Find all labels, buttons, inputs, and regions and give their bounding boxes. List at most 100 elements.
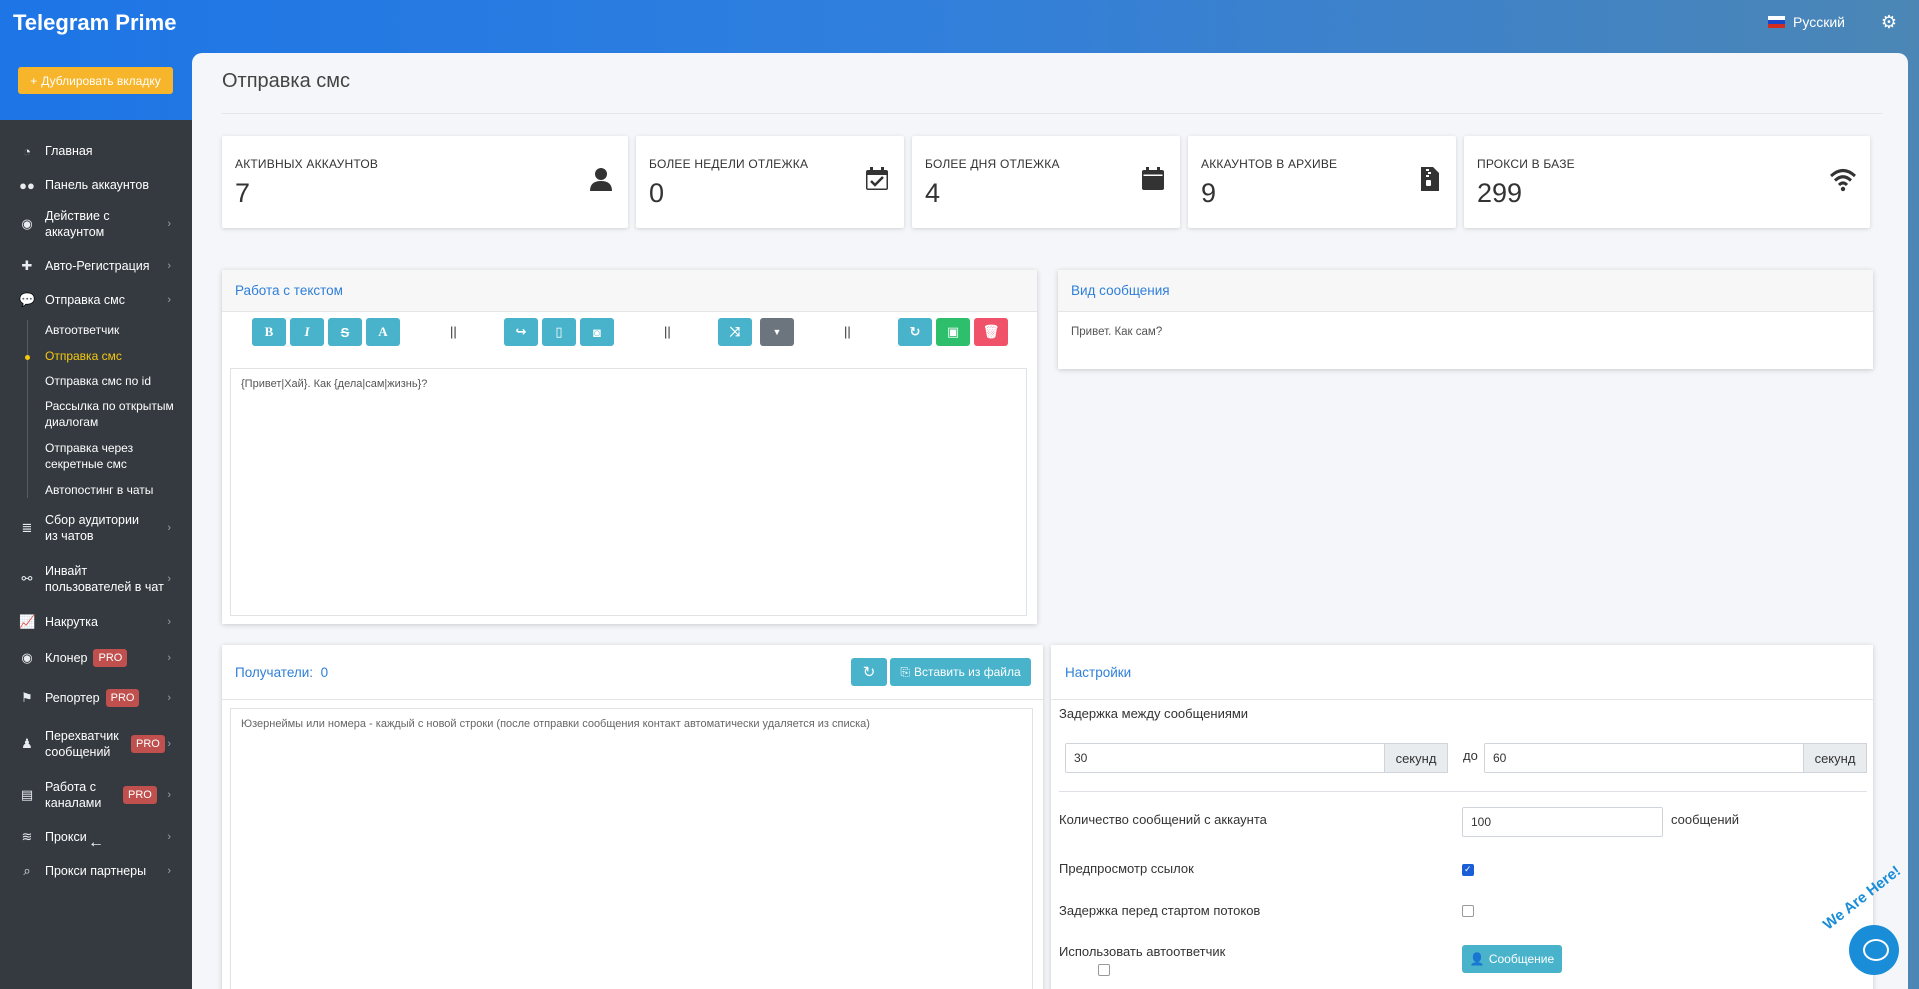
database-icon: ≣ xyxy=(21,520,33,535)
dashboard-icon: ◔ xyxy=(23,143,31,159)
file-button[interactable]: ▯ xyxy=(542,318,576,346)
toolbar-separator: || xyxy=(664,324,671,339)
italic-button[interactable]: I xyxy=(290,318,324,346)
sidebar-item-autoreg[interactable]: ✚ Авто-Регистрация › xyxy=(0,258,192,274)
recipients-label: Получатели: xyxy=(235,665,314,680)
submenu-autoresponder[interactable]: Автоответчик xyxy=(45,322,180,338)
pro-badge: PRO xyxy=(105,689,140,707)
chevron-right-icon: › xyxy=(167,865,171,877)
seconds-addon: секунд xyxy=(1384,743,1448,773)
stat-card-week: БОЛЕЕ НЕДЕЛИ ОТЛЕЖКА 0 xyxy=(636,136,904,228)
wifi-icon xyxy=(1830,169,1856,192)
save-button[interactable]: ▣ xyxy=(936,318,970,346)
share-button[interactable]: ↪ xyxy=(504,318,538,346)
sidebar-item-proxy-partners[interactable]: ⌕ Прокси партнеры › xyxy=(0,863,192,879)
count-label: Количество сообщений с аккаунта xyxy=(1059,812,1267,827)
delay-from-input[interactable]: 30 xyxy=(1065,743,1385,773)
card-header: Настройки xyxy=(1051,645,1873,700)
thread-delay-checkbox[interactable] xyxy=(1462,905,1474,917)
file-import-icon: ⎘ xyxy=(900,664,910,679)
import-file-button[interactable]: ⎘ Вставить из файла xyxy=(890,658,1031,686)
sidebar-item-interceptor[interactable]: ♟ Перехватчик сообщений PRO › xyxy=(0,728,192,760)
text-editor-card: Работа с текстом B I S A || ↪ ▯ ◙ || ⤨ ▼… xyxy=(222,270,1037,624)
refresh-recipients-button[interactable]: ↻ xyxy=(851,658,887,686)
language-label: Русский xyxy=(1793,14,1845,30)
spoiler-button[interactable]: ◙ xyxy=(580,318,614,346)
sidebar-item-label: Авто-Регистрация xyxy=(45,259,150,273)
sidebar-item-account-actions[interactable]: ◉ Действие с аккаунтом › xyxy=(0,208,192,240)
sidebar-item-accounts[interactable]: ●● Панель аккаунтов xyxy=(0,177,192,193)
message-settings-button[interactable]: 👤 Сообщение xyxy=(1462,945,1562,973)
delete-button[interactable]: 🗑 xyxy=(974,318,1008,346)
chat-widget-button[interactable] xyxy=(1849,925,1899,975)
sidebar-item-label: Действие с аккаунтом xyxy=(45,209,110,239)
chevron-right-icon: › xyxy=(167,218,171,230)
dropdown-button[interactable]: ▼ xyxy=(760,318,794,346)
app-title[interactable]: Telegram Prime xyxy=(13,10,176,36)
stat-value: 0 xyxy=(649,178,665,208)
refresh-icon: ↻ xyxy=(909,324,921,339)
chevron-right-icon: › xyxy=(167,260,171,272)
sidebar-item-audience[interactable]: ≣ Сбор аудитории из чатов › xyxy=(0,512,192,544)
stat-card-day: БОЛЕЕ ДНЯ ОТЛЕЖКА 4 xyxy=(912,136,1180,228)
link-preview-label: Предпросмотр ссылок xyxy=(1059,861,1194,876)
calendar-icon xyxy=(1142,167,1164,190)
chevron-right-icon: › xyxy=(167,616,171,628)
user-plus-icon: ✚ xyxy=(21,258,33,273)
user-circle-icon: ◉ xyxy=(21,216,33,231)
stat-card-active: АКТИВНЫХ АККАУНТОВ 7 xyxy=(222,136,628,228)
shuffle-button[interactable]: ⤨ xyxy=(718,318,752,346)
recipients-count: 0 xyxy=(320,665,329,680)
message-preview-text: Привет. Как сам? xyxy=(1071,326,1163,338)
recipients-card: Получатели: 0 ↻ ⎘ Вставить из файла Юзер… xyxy=(222,645,1043,989)
chevron-right-icon: › xyxy=(167,522,171,534)
submenu-secret-sms[interactable]: Отправка через секретные смс xyxy=(45,440,180,472)
divider xyxy=(1059,791,1867,792)
refresh-icon: ↻ xyxy=(862,664,876,681)
chart-line-icon: 📈 xyxy=(19,614,36,629)
submenu-line xyxy=(27,320,28,498)
sidebar-item-label: Панель аккаунтов xyxy=(45,178,149,192)
chevron-right-icon: › xyxy=(167,652,171,664)
sidebar-item-reporter[interactable]: ⚑ Репортер PRO › xyxy=(0,688,192,708)
sidebar-item-boost[interactable]: 📈 Накрутка › xyxy=(0,614,192,630)
sidebar-item-send-sms[interactable]: 💬 Отправка смс › xyxy=(0,292,192,308)
page-title: Отправка смс xyxy=(222,70,351,92)
sidebar-item-label: Инвайт пользователей в чат xyxy=(45,564,164,594)
duplicate-tab-button[interactable]: + Дублировать вкладку xyxy=(18,67,173,94)
sidebar-item-cloner[interactable]: ◉ Клонер PRO › xyxy=(0,648,192,668)
recipients-textarea[interactable]: Юзернеймы или номера - каждый с новой ст… xyxy=(230,708,1033,989)
chevron-right-icon: › xyxy=(167,831,171,843)
bold-button[interactable]: B xyxy=(252,318,286,346)
sidebar-item-label: Работа с каналами xyxy=(45,780,102,810)
submenu-autoposting[interactable]: Автопостинг в чаты xyxy=(45,482,180,498)
submenu-send-by-id[interactable]: Отправка смс по id xyxy=(45,373,180,389)
collapse-sidebar-icon[interactable]: ← xyxy=(88,834,104,852)
user-circle-icon: ◉ xyxy=(21,650,33,665)
sidebar-item-home[interactable]: ◔ Главная xyxy=(0,143,192,159)
link-preview-checkbox[interactable] xyxy=(1462,864,1474,876)
comments-icon: 💬 xyxy=(19,292,36,307)
submenu-send-sms[interactable]: Отправка смс xyxy=(45,348,180,364)
sidebar-item-channels[interactable]: ▤ Работа с каналами PRO › xyxy=(0,779,192,811)
submenu-open-dialogs[interactable]: Рассылка по открытым диалогам xyxy=(45,398,180,430)
file-archive-icon xyxy=(1421,167,1439,191)
font-button[interactable]: A xyxy=(366,318,400,346)
pro-badge: PRO xyxy=(131,735,165,753)
sidebar: ◔ Главная ●● Панель аккаунтов ◉ Действие… xyxy=(0,120,192,989)
refresh-button[interactable]: ↻ xyxy=(898,318,932,346)
russia-flag-icon xyxy=(1768,16,1786,28)
gear-icon[interactable]: ⚙ xyxy=(1881,12,1897,33)
language-selector[interactable]: Русский xyxy=(1768,14,1845,30)
message-textarea[interactable]: {Привет|Хай}. Как {дела|сам|жизнь}? xyxy=(230,368,1027,616)
pro-badge: PRO xyxy=(123,786,157,804)
count-unit: сообщений xyxy=(1671,812,1740,827)
strikethrough-button[interactable]: S xyxy=(328,318,362,346)
sidebar-item-invite[interactable]: ⚯ Инвайт пользователей в чат › xyxy=(0,563,192,595)
caret-down-icon: ▼ xyxy=(772,327,782,337)
stat-card-archive: АККАУНТОВ В АРХИВЕ 9 xyxy=(1188,136,1456,228)
user-icon xyxy=(590,168,612,191)
delay-to-input[interactable]: 60 xyxy=(1484,743,1804,773)
autoresponder-checkbox[interactable] xyxy=(1098,964,1110,976)
count-input[interactable]: 100 xyxy=(1462,807,1663,837)
